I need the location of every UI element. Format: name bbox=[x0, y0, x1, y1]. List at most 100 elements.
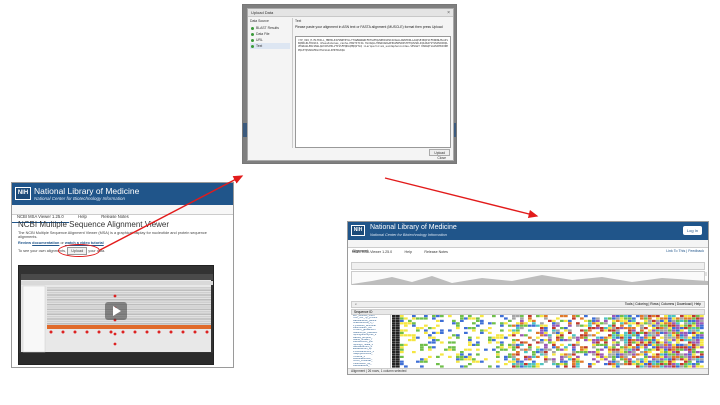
residue-cell bbox=[452, 341, 456, 344]
residue-cell bbox=[612, 348, 616, 351]
residue-cell bbox=[636, 346, 640, 349]
residue-cell bbox=[640, 353, 644, 356]
residue-cell bbox=[456, 360, 460, 363]
alignment-overview[interactable] bbox=[351, 271, 708, 285]
residue-cell bbox=[628, 319, 632, 322]
source-text[interactable]: Text bbox=[250, 43, 290, 49]
video-marker-dot bbox=[193, 330, 197, 334]
residue-cell bbox=[396, 341, 400, 344]
residue-cell bbox=[516, 346, 520, 349]
residue-cell bbox=[560, 327, 564, 330]
find-field[interactable]: ⌕ bbox=[355, 302, 357, 307]
residue-cell bbox=[396, 334, 400, 337]
residue-cell bbox=[592, 343, 596, 346]
residue-cell bbox=[684, 346, 688, 349]
residue-cell bbox=[676, 339, 680, 342]
residue-cell bbox=[512, 331, 516, 334]
residue-cell bbox=[596, 343, 600, 346]
sequence-ruler[interactable] bbox=[351, 262, 707, 276]
nih-logo[interactable]: NIH bbox=[351, 225, 365, 236]
residue-cell bbox=[580, 348, 584, 351]
residue-cell bbox=[392, 334, 396, 337]
video-alignment-row bbox=[47, 299, 211, 301]
residue-cell bbox=[544, 358, 548, 361]
toolbar-menus[interactable]: Tools | Coloring | Rows | Columns | Down… bbox=[625, 302, 701, 307]
residue-cell bbox=[624, 360, 628, 363]
nav-help[interactable]: Help bbox=[401, 248, 416, 256]
residue-cell bbox=[616, 317, 620, 320]
residue-cell bbox=[644, 355, 648, 358]
link-feedback[interactable]: Link To This | Feedback bbox=[666, 249, 704, 253]
site-title: National Library of Medicine bbox=[34, 186, 140, 196]
residue-cell bbox=[668, 336, 672, 339]
login-button[interactable]: Log In bbox=[682, 226, 702, 235]
residue-cell bbox=[676, 319, 680, 322]
residue-cell bbox=[424, 360, 428, 363]
residue-cell bbox=[588, 324, 592, 327]
alignment-text-input[interactable]: >YP_026_H.MLTKILL_MNHSLKIVVNNYKYLLTTGWNG… bbox=[295, 36, 451, 148]
documentation-link[interactable]: documentation bbox=[32, 241, 59, 245]
residue-cell bbox=[552, 322, 556, 325]
residue-cell bbox=[692, 329, 696, 332]
residue-cell bbox=[496, 351, 500, 354]
video-alignment-row bbox=[47, 318, 211, 320]
residue-cell bbox=[456, 327, 460, 330]
residue-cell bbox=[604, 343, 608, 346]
upload-button[interactable]: Upload bbox=[429, 149, 450, 156]
residue-cell bbox=[676, 343, 680, 346]
residue-cell bbox=[628, 348, 632, 351]
residue-cell bbox=[628, 363, 632, 366]
residue-cell bbox=[460, 351, 464, 354]
residue-cell bbox=[672, 343, 676, 346]
residue-cell bbox=[572, 317, 576, 320]
nav-release-notes[interactable]: Release Notes bbox=[420, 248, 452, 256]
residue-cell bbox=[672, 329, 676, 332]
residue-cell bbox=[684, 322, 688, 325]
residue-cell bbox=[604, 341, 608, 344]
residue-cell bbox=[512, 360, 516, 363]
close-button[interactable]: Close bbox=[433, 156, 450, 162]
residue-cell bbox=[552, 346, 556, 349]
nih-logo[interactable]: NIH bbox=[15, 187, 31, 200]
residue-cell bbox=[552, 331, 556, 334]
residue-cell bbox=[672, 317, 676, 320]
residue-cell bbox=[628, 331, 632, 334]
residue-cell bbox=[652, 327, 656, 330]
residue-cell bbox=[392, 358, 396, 361]
residue-cell bbox=[564, 353, 568, 356]
status-footer: Alignment | 26 rows, 1 column selected bbox=[348, 368, 708, 374]
video-controls[interactable] bbox=[19, 353, 213, 364]
tutorial-video[interactable] bbox=[18, 265, 214, 365]
residue-cell bbox=[552, 353, 556, 356]
source-status-icon bbox=[251, 38, 254, 42]
close-icon[interactable]: × bbox=[447, 9, 450, 17]
residue-cell bbox=[600, 339, 604, 342]
residue-cell bbox=[652, 358, 656, 361]
residue-cell bbox=[552, 363, 556, 366]
residue-cell bbox=[680, 315, 684, 318]
residue-cell bbox=[696, 329, 700, 332]
residue-cell bbox=[692, 363, 696, 366]
residue-cell bbox=[684, 319, 688, 322]
residue-cell bbox=[640, 317, 644, 320]
residue-cell bbox=[688, 329, 692, 332]
play-icon[interactable] bbox=[105, 302, 127, 320]
residue-cell bbox=[656, 324, 660, 327]
video-marker-dot bbox=[113, 332, 117, 336]
residue-cell bbox=[592, 351, 596, 354]
residue-cell bbox=[392, 353, 396, 356]
residue-cell bbox=[700, 336, 704, 339]
residue-cell bbox=[564, 355, 568, 358]
residue-cell bbox=[572, 315, 576, 318]
residue-cell bbox=[596, 327, 600, 330]
residue-cell bbox=[676, 336, 680, 339]
residue-cell bbox=[456, 324, 460, 327]
residue-cell bbox=[608, 346, 612, 349]
residue-cell bbox=[544, 317, 548, 320]
residue-cell bbox=[676, 355, 680, 358]
residue-cell bbox=[684, 348, 688, 351]
residue-cell bbox=[452, 348, 456, 351]
residue-cell bbox=[464, 348, 468, 351]
alignment-panel[interactable] bbox=[392, 315, 704, 370]
residue-cell bbox=[672, 315, 676, 318]
